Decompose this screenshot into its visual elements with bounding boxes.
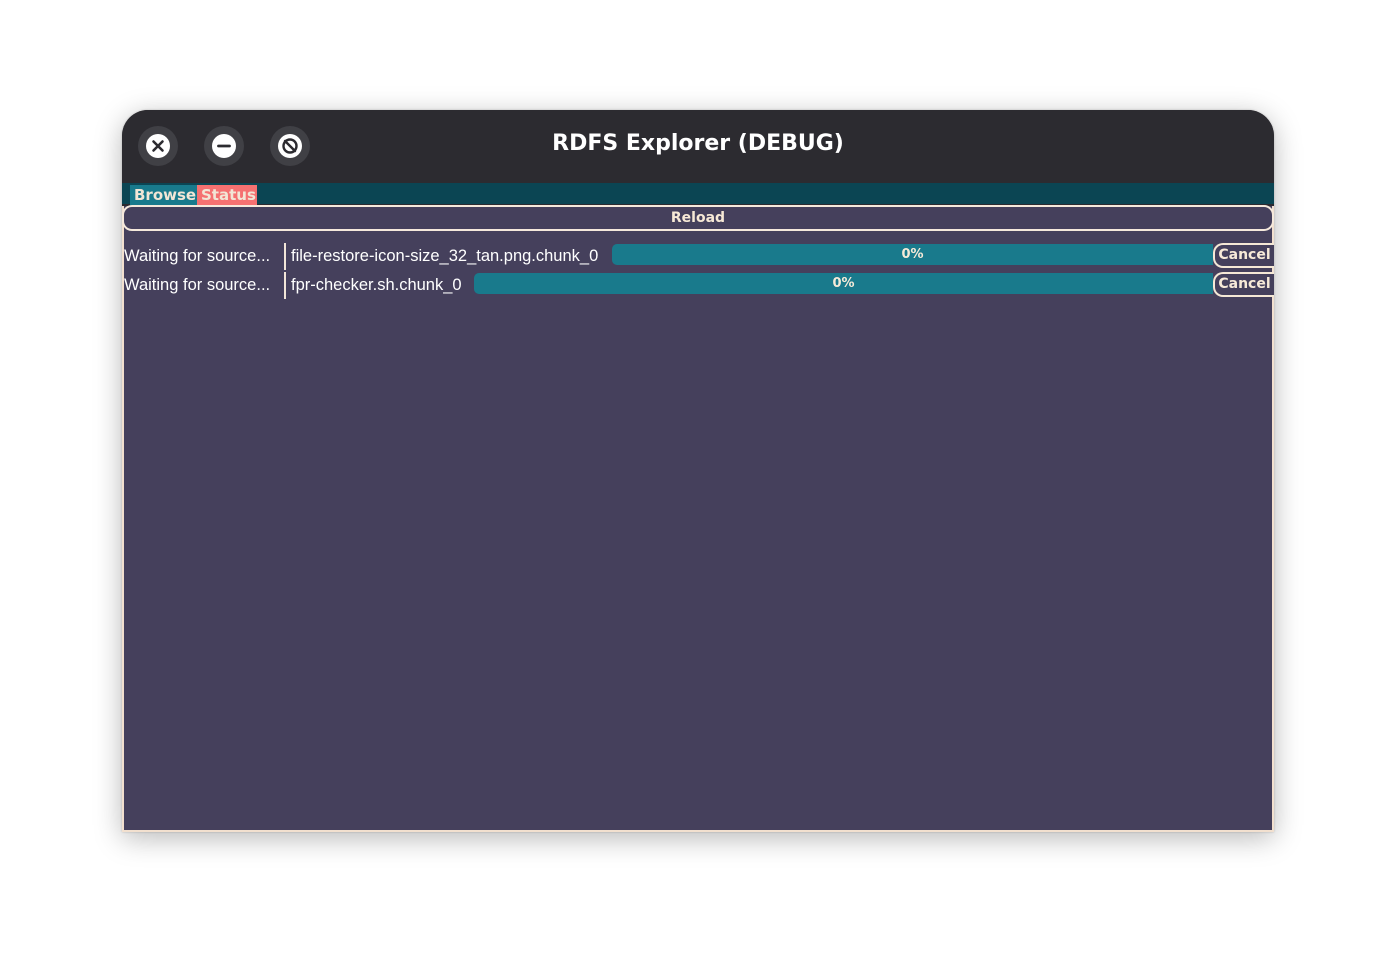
reload-button[interactable]: Reload (122, 205, 1274, 231)
transfer-row: Waiting for source... file-restore-icon-… (122, 243, 1274, 270)
cancel-button[interactable]: Cancel (1213, 272, 1274, 297)
cancel-button[interactable]: Cancel (1213, 243, 1274, 268)
window-title: RDFS Explorer (DEBUG) (552, 131, 844, 156)
tab-browse[interactable]: Browse (130, 185, 197, 206)
tab-bar: Browse Status (122, 183, 1274, 206)
app-window: RDFS Explorer (DEBUG) Browse Status Relo… (122, 110, 1274, 832)
progress-label: 0% (901, 247, 924, 262)
tab-status[interactable]: Status (197, 185, 257, 206)
progress-label: 0% (832, 276, 855, 291)
transfer-status: Waiting for source... (124, 276, 271, 294)
column-divider[interactable] (284, 243, 286, 270)
transfer-progress-bar: 0% (612, 244, 1213, 265)
title-bar[interactable]: RDFS Explorer (DEBUG) (122, 110, 1274, 183)
transfer-status: Waiting for source... (124, 247, 271, 265)
transfer-row: Waiting for source... fpr-checker.sh.chu… (122, 272, 1274, 299)
status-panel (122, 206, 1274, 832)
transfer-file-name: fpr-checker.sh.chunk_0 (291, 276, 462, 294)
column-divider[interactable] (284, 272, 286, 299)
transfer-progress-bar: 0% (474, 273, 1213, 294)
transfer-file-name: file-restore-icon-size_32_tan.png.chunk_… (291, 247, 599, 265)
